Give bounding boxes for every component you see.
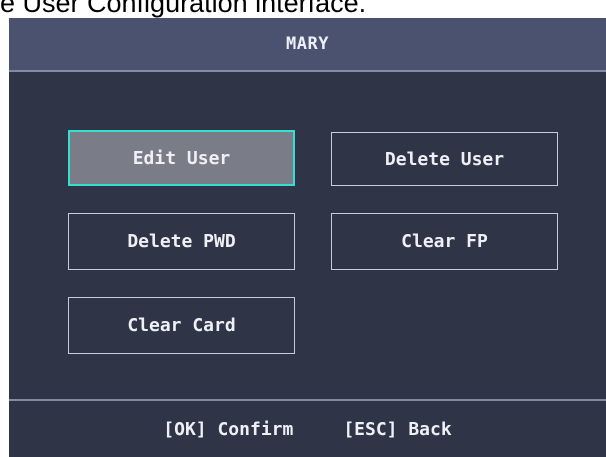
back-hint[interactable]: [ESC] Back bbox=[343, 419, 451, 440]
device-screen: MARY Edit User Delete User Delete PWD Cl… bbox=[9, 18, 606, 457]
title-divider bbox=[9, 70, 606, 72]
figure-caption: e User Configuration interface. bbox=[0, 0, 367, 18]
footer-hints: [OK] Confirm [ESC] Back bbox=[9, 401, 606, 457]
user-name-title: MARY bbox=[286, 34, 329, 54]
clear-card-button[interactable]: Clear Card bbox=[68, 297, 295, 354]
confirm-hint[interactable]: [OK] Confirm bbox=[163, 419, 293, 440]
delete-pwd-button[interactable]: Delete PWD bbox=[68, 213, 295, 270]
edit-user-button[interactable]: Edit User bbox=[68, 130, 295, 186]
clear-fp-button[interactable]: Clear FP bbox=[331, 213, 558, 270]
delete-user-button[interactable]: Delete User bbox=[331, 132, 558, 186]
title-bar: MARY bbox=[9, 18, 606, 70]
